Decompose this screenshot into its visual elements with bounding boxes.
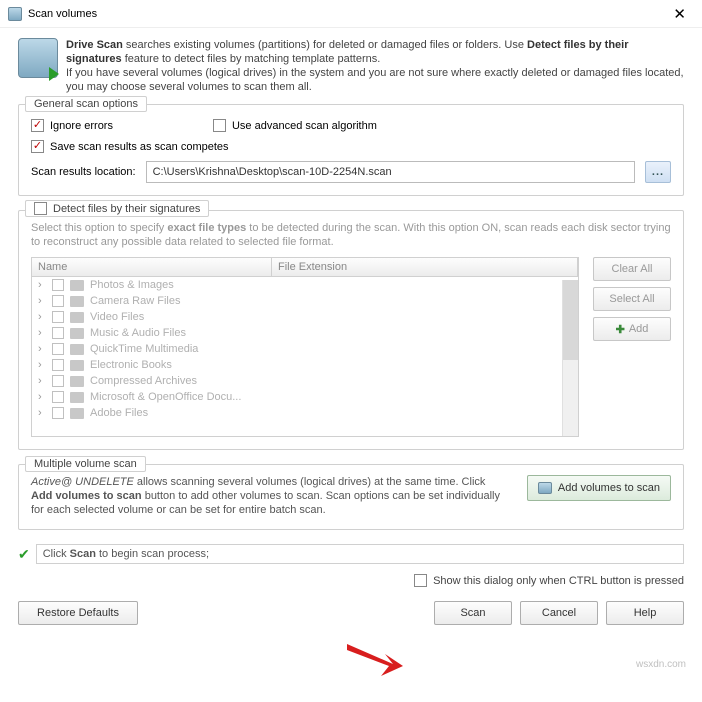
row-checkbox[interactable] xyxy=(52,375,64,387)
row-label: Video Files xyxy=(90,311,144,323)
row-checkbox[interactable] xyxy=(52,327,64,339)
table-row[interactable]: › Microsoft & OpenOffice Docu... xyxy=(32,389,578,405)
table-row[interactable]: › Compressed Archives xyxy=(32,373,578,389)
volume-icon xyxy=(538,482,552,494)
window-title: Scan volumes xyxy=(28,8,97,20)
check-icon xyxy=(31,119,44,132)
select-all-button[interactable]: Select All xyxy=(593,287,671,311)
annotation-arrow xyxy=(345,642,405,681)
folder-icon xyxy=(70,312,84,323)
folder-icon xyxy=(70,360,84,371)
detect-checkbox[interactable]: Detect files by their signatures xyxy=(25,200,209,217)
row-checkbox[interactable] xyxy=(52,407,64,419)
add-button[interactable]: ✚Add xyxy=(593,317,671,341)
col-ext: File Extension xyxy=(272,258,578,276)
scan-location-input[interactable] xyxy=(146,161,635,183)
use-advanced-checkbox[interactable]: Use advanced scan algorithm xyxy=(213,119,377,132)
clear-all-button[interactable]: Clear All xyxy=(593,257,671,281)
row-label: Adobe Files xyxy=(90,407,148,419)
col-name: Name xyxy=(32,258,272,276)
folder-icon xyxy=(70,376,84,387)
table-row[interactable]: › Electronic Books xyxy=(32,357,578,373)
chevron-right-icon: › xyxy=(38,279,46,291)
row-label: Photos & Images xyxy=(90,279,174,291)
status-text: Click Scan to begin scan process; xyxy=(36,544,684,564)
table-header: Name File Extension xyxy=(32,258,578,277)
intro-bold-1: Drive Scan xyxy=(66,39,123,51)
row-checkbox[interactable] xyxy=(52,343,64,355)
row-label: Compressed Archives xyxy=(90,375,197,387)
mvs-legend: Multiple volume scan xyxy=(25,456,146,472)
add-volumes-button[interactable]: Add volumes to scan xyxy=(527,475,671,501)
table-row[interactable]: › Photos & Images xyxy=(32,277,578,293)
row-label: Music & Audio Files xyxy=(90,327,186,339)
folder-icon xyxy=(70,328,84,339)
chevron-right-icon: › xyxy=(38,407,46,419)
browse-button[interactable]: ... xyxy=(645,161,671,183)
row-checkbox[interactable] xyxy=(52,359,64,371)
multiple-volume-scan-group: Multiple volume scan Active@ UNDELETE al… xyxy=(18,464,684,530)
row-label: Electronic Books xyxy=(90,359,172,371)
chevron-right-icon: › xyxy=(38,295,46,307)
table-row[interactable]: › Camera Raw Files xyxy=(32,293,578,309)
row-label: Microsoft & OpenOffice Docu... xyxy=(90,391,241,403)
app-icon xyxy=(8,7,22,21)
file-types-table: Name File Extension › Photos & Images › Cam… xyxy=(31,257,579,437)
check-icon xyxy=(213,119,226,132)
show-only-ctrl-checkbox[interactable]: Show this dialog only when CTRL button i… xyxy=(414,574,684,587)
table-row[interactable]: › Adobe Files xyxy=(32,405,578,421)
general-scan-options: General scan options Ignore errors Use a… xyxy=(18,104,684,196)
titlebar: Scan volumes ✕ xyxy=(0,0,702,28)
scrollbar[interactable] xyxy=(562,280,578,436)
general-legend: General scan options xyxy=(25,96,147,112)
help-button[interactable]: Help xyxy=(606,601,684,625)
check-icon xyxy=(414,574,427,587)
drive-scan-icon xyxy=(18,38,58,78)
watermark: wsxdn.com xyxy=(636,659,686,670)
folder-icon xyxy=(70,408,84,419)
row-checkbox[interactable] xyxy=(52,295,64,307)
row-label: Camera Raw Files xyxy=(90,295,180,307)
table-row[interactable]: › Music & Audio Files xyxy=(32,325,578,341)
row-checkbox[interactable] xyxy=(52,311,64,323)
row-checkbox[interactable] xyxy=(52,279,64,291)
chevron-right-icon: › xyxy=(38,359,46,371)
mvs-text: Active@ UNDELETE allows scanning several… xyxy=(31,475,509,517)
check-icon xyxy=(31,140,44,153)
chevron-right-icon: › xyxy=(38,391,46,403)
check-icon xyxy=(34,202,47,215)
restore-defaults-button[interactable]: Restore Defaults xyxy=(18,601,138,625)
folder-icon xyxy=(70,392,84,403)
folder-icon xyxy=(70,296,84,307)
folder-icon xyxy=(70,280,84,291)
chevron-right-icon: › xyxy=(38,375,46,387)
table-row[interactable]: › QuickTime Multimedia xyxy=(32,341,578,357)
row-checkbox[interactable] xyxy=(52,391,64,403)
chevron-right-icon: › xyxy=(38,327,46,339)
table-row[interactable]: › Video Files xyxy=(32,309,578,325)
scan-button[interactable]: Scan xyxy=(434,601,512,625)
checkmark-icon: ✔ xyxy=(18,546,30,563)
ignore-errors-checkbox[interactable]: Ignore errors xyxy=(31,119,113,132)
intro-text: Drive Scan searches existing volumes (pa… xyxy=(66,38,684,94)
folder-icon xyxy=(70,344,84,355)
detect-signatures-group: Detect files by their signatures Select … xyxy=(18,210,684,450)
cancel-button[interactable]: Cancel xyxy=(520,601,598,625)
save-scan-results-checkbox[interactable]: Save scan results as scan competes xyxy=(31,140,671,153)
detect-help: Select this option to specify exact file… xyxy=(31,221,671,249)
row-label: QuickTime Multimedia xyxy=(90,343,198,355)
status-row: ✔ Click Scan to begin scan process; xyxy=(18,544,684,564)
chevron-right-icon: › xyxy=(38,311,46,323)
chevron-right-icon: › xyxy=(38,343,46,355)
intro-block: Drive Scan searches existing volumes (pa… xyxy=(18,38,684,94)
plus-icon: ✚ xyxy=(616,323,625,336)
close-icon[interactable]: ✕ xyxy=(665,3,694,25)
location-label: Scan results location: xyxy=(31,166,136,178)
